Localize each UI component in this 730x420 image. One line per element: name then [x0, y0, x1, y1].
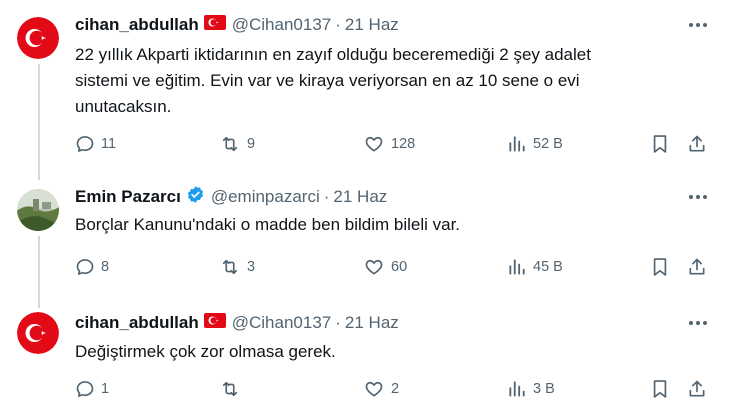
like-button[interactable]: 128 — [363, 132, 415, 156]
retweet-count: 3 — [247, 259, 256, 275]
analytics-icon — [509, 259, 525, 275]
tweet-header: Emin Pazarcı @eminpazarci · 21 Haz — [75, 184, 387, 210]
action-bar: 8 3 60 45 B — [75, 255, 712, 279]
share-button[interactable] — [687, 377, 713, 401]
views-button[interactable]: 3 B — [507, 377, 555, 401]
reply-icon — [76, 259, 94, 275]
analytics-icon — [509, 136, 525, 152]
heart-icon — [365, 381, 383, 397]
view-count: 45 B — [533, 259, 563, 275]
tweet-2[interactable]: Emin Pazarcı @eminpazarci · 21 Haz Borçl… — [0, 184, 730, 294]
views-button[interactable]: 45 B — [507, 255, 563, 279]
reply-count: 11 — [101, 136, 117, 152]
user-name[interactable]: cihan_abdullah — [75, 15, 199, 35]
tweet-text: Borçlar Kanunu'ndaki o madde ben bildim … — [75, 215, 461, 234]
more-options-icon[interactable] — [686, 15, 710, 35]
user-handle[interactable]: @eminpazarci — [211, 187, 320, 207]
heart-icon — [365, 259, 383, 275]
bookmark-icon — [653, 258, 667, 276]
reply-button[interactable]: 11 — [75, 132, 116, 156]
reply-icon — [76, 136, 94, 152]
separator: · — [323, 187, 330, 206]
user-handle[interactable]: @Cihan0137 — [232, 15, 332, 35]
tweet-3[interactable]: cihan_abdullah @Cihan0137 · 21 Haz Değiş… — [0, 310, 730, 420]
more-options-icon[interactable] — [686, 313, 710, 333]
action-bar: 1 2 3 B — [75, 377, 712, 401]
turkey-flag-icon — [203, 313, 226, 333]
bookmark-button[interactable] — [651, 132, 675, 156]
tweet-text: 22 yıllık Akparti iktidarının en zayıf o… — [75, 45, 591, 116]
like-button[interactable]: 60 — [363, 255, 407, 279]
reply-button[interactable]: 1 — [75, 377, 109, 401]
avatar-emin-pazarci[interactable] — [17, 189, 59, 231]
retweet-button[interactable]: 9 — [219, 132, 255, 156]
tweet-header: cihan_abdullah @Cihan0137 · 21 Haz — [75, 12, 399, 38]
share-icon — [689, 135, 705, 152]
views-button[interactable]: 52 B — [507, 132, 563, 156]
separator: · — [335, 15, 341, 34]
bookmark-icon — [653, 135, 667, 153]
separator: · — [335, 313, 341, 332]
like-count: 2 — [391, 381, 400, 397]
retweet-icon — [222, 381, 238, 397]
retweet-button[interactable] — [219, 377, 247, 401]
share-icon — [689, 258, 705, 275]
analytics-icon — [509, 381, 525, 397]
action-bar: 11 9 128 52 B — [75, 132, 712, 156]
retweet-icon — [222, 136, 238, 152]
view-count: 3 B — [533, 381, 555, 397]
reply-button[interactable]: 8 — [75, 255, 109, 279]
reply-count: 8 — [101, 259, 110, 275]
retweet-icon — [222, 259, 238, 275]
tweet-date[interactable]: 21 Haz — [345, 15, 399, 35]
verified-badge-icon — [186, 185, 205, 209]
tweet-text: Değiştirmek çok zor olmasa gerek. — [75, 342, 336, 361]
avatar-turkish-flag[interactable] — [17, 17, 59, 59]
tweet-date[interactable]: 21 Haz — [333, 187, 387, 207]
share-button[interactable] — [687, 132, 713, 156]
retweet-button[interactable]: 3 — [219, 255, 255, 279]
tweet-1[interactable]: cihan_abdullah @Cihan0137 · 21 Haz 22 yı… — [0, 12, 730, 172]
retweet-count: 9 — [247, 136, 256, 152]
view-count: 52 B — [533, 136, 563, 152]
like-count: 128 — [391, 136, 416, 152]
user-name[interactable]: cihan_abdullah — [75, 313, 199, 333]
share-button[interactable] — [687, 255, 713, 279]
like-button[interactable]: 2 — [363, 377, 399, 401]
share-icon — [689, 380, 705, 397]
user-handle[interactable]: @Cihan0137 — [232, 313, 332, 333]
reply-icon — [76, 381, 94, 397]
bookmark-button[interactable] — [651, 377, 675, 401]
more-options-icon[interactable] — [686, 187, 710, 207]
avatar-turkish-flag[interactable] — [17, 312, 59, 354]
heart-icon — [365, 136, 383, 152]
bookmark-icon — [653, 380, 667, 398]
tweet-header: cihan_abdullah @Cihan0137 · 21 Haz — [75, 310, 399, 336]
user-name[interactable]: Emin Pazarcı — [75, 187, 181, 207]
reply-count: 1 — [101, 381, 110, 397]
like-count: 60 — [391, 259, 408, 275]
bookmark-button[interactable] — [651, 255, 675, 279]
tweet-date[interactable]: 21 Haz — [345, 313, 399, 333]
turkey-flag-icon — [203, 15, 226, 35]
